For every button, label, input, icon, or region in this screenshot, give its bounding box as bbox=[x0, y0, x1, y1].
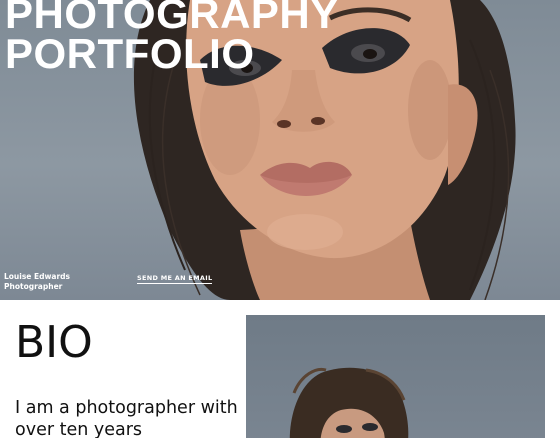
hero-section: PHOTOGRAPHY PORTFOLIO Louise Edwards Pho… bbox=[0, 0, 560, 300]
photographer-credit: Louise Edwards Photographer bbox=[4, 272, 70, 292]
bio-portrait-art bbox=[289, 367, 409, 438]
photographer-name: Louise Edwards bbox=[4, 272, 71, 281]
send-email-link[interactable]: SEND ME AN EMAIL bbox=[137, 274, 213, 284]
photographer-role: Photographer bbox=[4, 282, 63, 291]
bio-text: I am a photographer with over ten years bbox=[15, 398, 238, 438]
hero-title: PHOTOGRAPHY PORTFOLIO bbox=[5, 0, 339, 77]
hero-title-line-1: PHOTOGRAPHY bbox=[5, 0, 339, 37]
hero-title-line-2: PORTFOLIO bbox=[5, 30, 255, 77]
bio-heading: BIO bbox=[15, 317, 93, 368]
bio-portrait-image bbox=[246, 315, 545, 438]
